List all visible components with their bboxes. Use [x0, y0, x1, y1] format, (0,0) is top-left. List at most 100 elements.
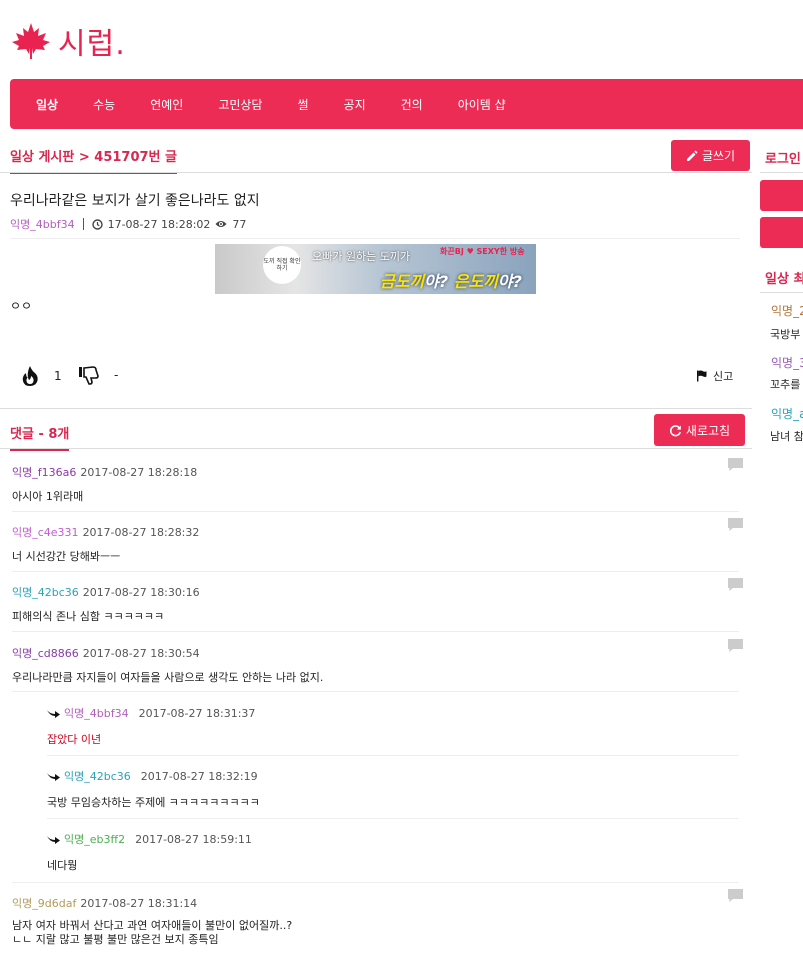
comment-item: 익명_f136a6 2017-08-27 18:28:18 아시아 1위라매 [12, 458, 752, 504]
reply-author[interactable]: 익명_4bbf34 [64, 705, 129, 721]
thumbs-down-icon [79, 366, 99, 385]
ad-headline-part: 야? [424, 272, 454, 291]
divider [12, 631, 739, 632]
reply-datetime: 2017-08-27 18:59:11 [135, 832, 252, 846]
nav-item-notice[interactable]: 공지 [344, 96, 366, 113]
reply-bubble-icon[interactable] [728, 578, 743, 591]
board-breadcrumb: 일상 게시판 > 451707번 글 [10, 146, 177, 174]
ad-headline: 금도끼야? 은도끼야? [380, 268, 522, 292]
fire-icon [22, 366, 38, 386]
comment-body-line: 남자 여자 바꿔서 산다고 과연 여자애들이 불만이 없어질까..? [12, 919, 293, 932]
reply-bubble-icon[interactable] [728, 889, 743, 902]
reply-datetime: 2017-08-27 18:32:19 [140, 769, 258, 783]
reply-datetime: 2017-08-27 18:31:37 [138, 706, 256, 720]
comment-datetime: 2017-08-27 18:30:54 [82, 646, 200, 660]
comment-author[interactable]: 익명_f136a6 [12, 464, 76, 480]
side-item-text[interactable]: 꼬추를 [770, 376, 800, 392]
divider [0, 172, 752, 173]
comment-item: 익명_9d6daf 2017-08-27 18:31:14 남자 여자 바꿔서 산… [12, 889, 752, 947]
post-title: 우리나라같은 보지가 살기 좋은나라도 없지 [10, 193, 260, 209]
reply-bubble-icon[interactable] [728, 639, 743, 652]
reply-bubble-icon[interactable] [728, 518, 743, 531]
reply-body: 잡았다 이년 [47, 733, 102, 746]
comment-body: 남자 여자 바꿔서 산다고 과연 여자애들이 불만이 없어질까..? ㄴㄴ 지랄… [12, 919, 752, 947]
clock-icon [91, 218, 103, 230]
comment-author[interactable]: 익명_42bc36 [12, 584, 79, 600]
post-body: ㅇㅇ [10, 299, 33, 313]
nav-item-advice[interactable]: 고민상담 [218, 96, 262, 113]
reply-arrow-icon [47, 710, 60, 718]
reply-body: 국방 무임승차하는 주제에 ㅋㅋㅋㅋㅋㅋㅋㅋㅋ [47, 796, 260, 809]
divider [47, 818, 739, 819]
register-button[interactable] [760, 217, 803, 248]
nav-item-story[interactable]: 썰 [297, 96, 308, 113]
post-author[interactable]: 익명_4bbf34 [10, 216, 75, 232]
comment-author[interactable]: 익명_cd8866 [12, 645, 79, 661]
divider [47, 755, 739, 756]
side-item-author[interactable]: 익명_a [771, 405, 803, 422]
site-logo[interactable]: 시럽. [10, 16, 126, 66]
side-item-author[interactable]: 익명_2 [771, 302, 803, 319]
post-meta: 익명_4bbf34 17-08-27 18:28:02 77 [10, 216, 246, 232]
post-datetime: 17-08-27 18:28:02 [107, 217, 211, 231]
ad-circle-button: 도끼 직접 확인하기 [263, 246, 301, 284]
comment-body: 우리나라만큼 자지들이 여자들을 사람으로 생각도 안하는 나라 없지. [12, 671, 324, 684]
ad-headline-part: 야? [497, 272, 522, 291]
reply-author[interactable]: 익명_eb3ff2 [64, 831, 125, 847]
reply-item: 익명_eb3ff2 2017-08-27 18:59:11 네다뭥 [47, 831, 737, 873]
divider [760, 172, 803, 173]
nav-item-suneung[interactable]: 수능 [93, 96, 115, 113]
dislike-button[interactable]: - [78, 365, 118, 385]
reply-item: 익명_42bc36 2017-08-27 18:32:19 국방 무임승차하는 … [47, 768, 737, 810]
ad-banner[interactable]: 도끼 직접 확인하기 오빠가 원하는 도끼가 화끈BJ ♥ SEXY한 방송 금… [215, 244, 536, 294]
ad-badge-text: 화끈BJ ♥ SEXY한 방송 [440, 247, 525, 256]
nav-item-item-shop[interactable]: 아이템 샵 [458, 96, 506, 113]
post-views: 77 [232, 217, 247, 231]
report-label: 신고 [713, 370, 734, 383]
login-button[interactable] [760, 180, 803, 211]
write-button[interactable]: 글쓰기 [671, 140, 750, 171]
flag-icon [697, 370, 707, 382]
main-nav: 일상 수능 연예인 고민상담 썰 공지 건의 아이템 샵 [10, 79, 803, 129]
reply-arrow-icon [47, 773, 60, 781]
refresh-icon [669, 424, 681, 436]
comment-item: 익명_42bc36 2017-08-27 18:30:16 피해의식 존나 심함 … [12, 578, 752, 624]
pencil-icon [686, 150, 698, 161]
divider [12, 691, 739, 692]
ad-headline-part: 금도끼 [380, 272, 425, 291]
report-button[interactable]: 신고 [696, 368, 733, 384]
comment-datetime: 2017-08-27 18:30:16 [82, 585, 200, 599]
comment-body: 너 시선강간 당해봐ㅡㅡ [12, 550, 121, 563]
divider [0, 448, 752, 449]
logo-text: 시럽. [58, 27, 126, 62]
reply-item: 익명_4bbf34 2017-08-27 18:31:37 잡았다 이년 [47, 705, 737, 747]
reply-bubble-icon[interactable] [728, 458, 743, 471]
nav-item-suggestion[interactable]: 건의 [401, 96, 423, 113]
like-count: 1 [54, 369, 62, 383]
refresh-button[interactable]: 새로고침 [654, 414, 745, 446]
nav-item-daily[interactable]: 일상 [36, 96, 58, 113]
hot-posts-title: 일상 최 [765, 272, 803, 287]
divider [0, 408, 752, 409]
reply-author[interactable]: 익명_42bc36 [64, 768, 131, 784]
side-item-text[interactable]: 국방부 [770, 326, 800, 342]
side-item-text[interactable]: 남녀 참 [770, 428, 803, 444]
reply-body: 네다뭥 [47, 859, 78, 872]
like-button[interactable]: 1 [20, 365, 62, 387]
nav-item-celebrity[interactable]: 연예인 [150, 96, 183, 113]
divider [12, 511, 739, 512]
ad-top-text: 오빠가 원하는 도끼가 [312, 250, 411, 263]
side-item-author[interactable]: 익명_3 [771, 354, 803, 371]
divider [10, 238, 740, 239]
comment-author[interactable]: 익명_9d6daf [12, 895, 76, 911]
login-title: 로그인 [765, 152, 801, 167]
comment-item: 익명_cd8866 2017-08-27 18:30:54 우리나라만큼 자지들이… [12, 639, 752, 685]
comment-body: 아시아 1위라매 [12, 490, 84, 503]
comment-author[interactable]: 익명_c4e331 [12, 524, 79, 540]
comment-item: 익명_c4e331 2017-08-27 18:28:32 너 시선강간 당해봐ㅡ… [12, 518, 752, 564]
divider [82, 218, 84, 230]
divider [12, 571, 739, 572]
refresh-button-label: 새로고침 [685, 423, 731, 438]
comment-body: 피해의식 존나 심함 ㅋㅋㅋㅋㅋㅋ [12, 610, 165, 623]
dislike-count: - [114, 368, 119, 382]
